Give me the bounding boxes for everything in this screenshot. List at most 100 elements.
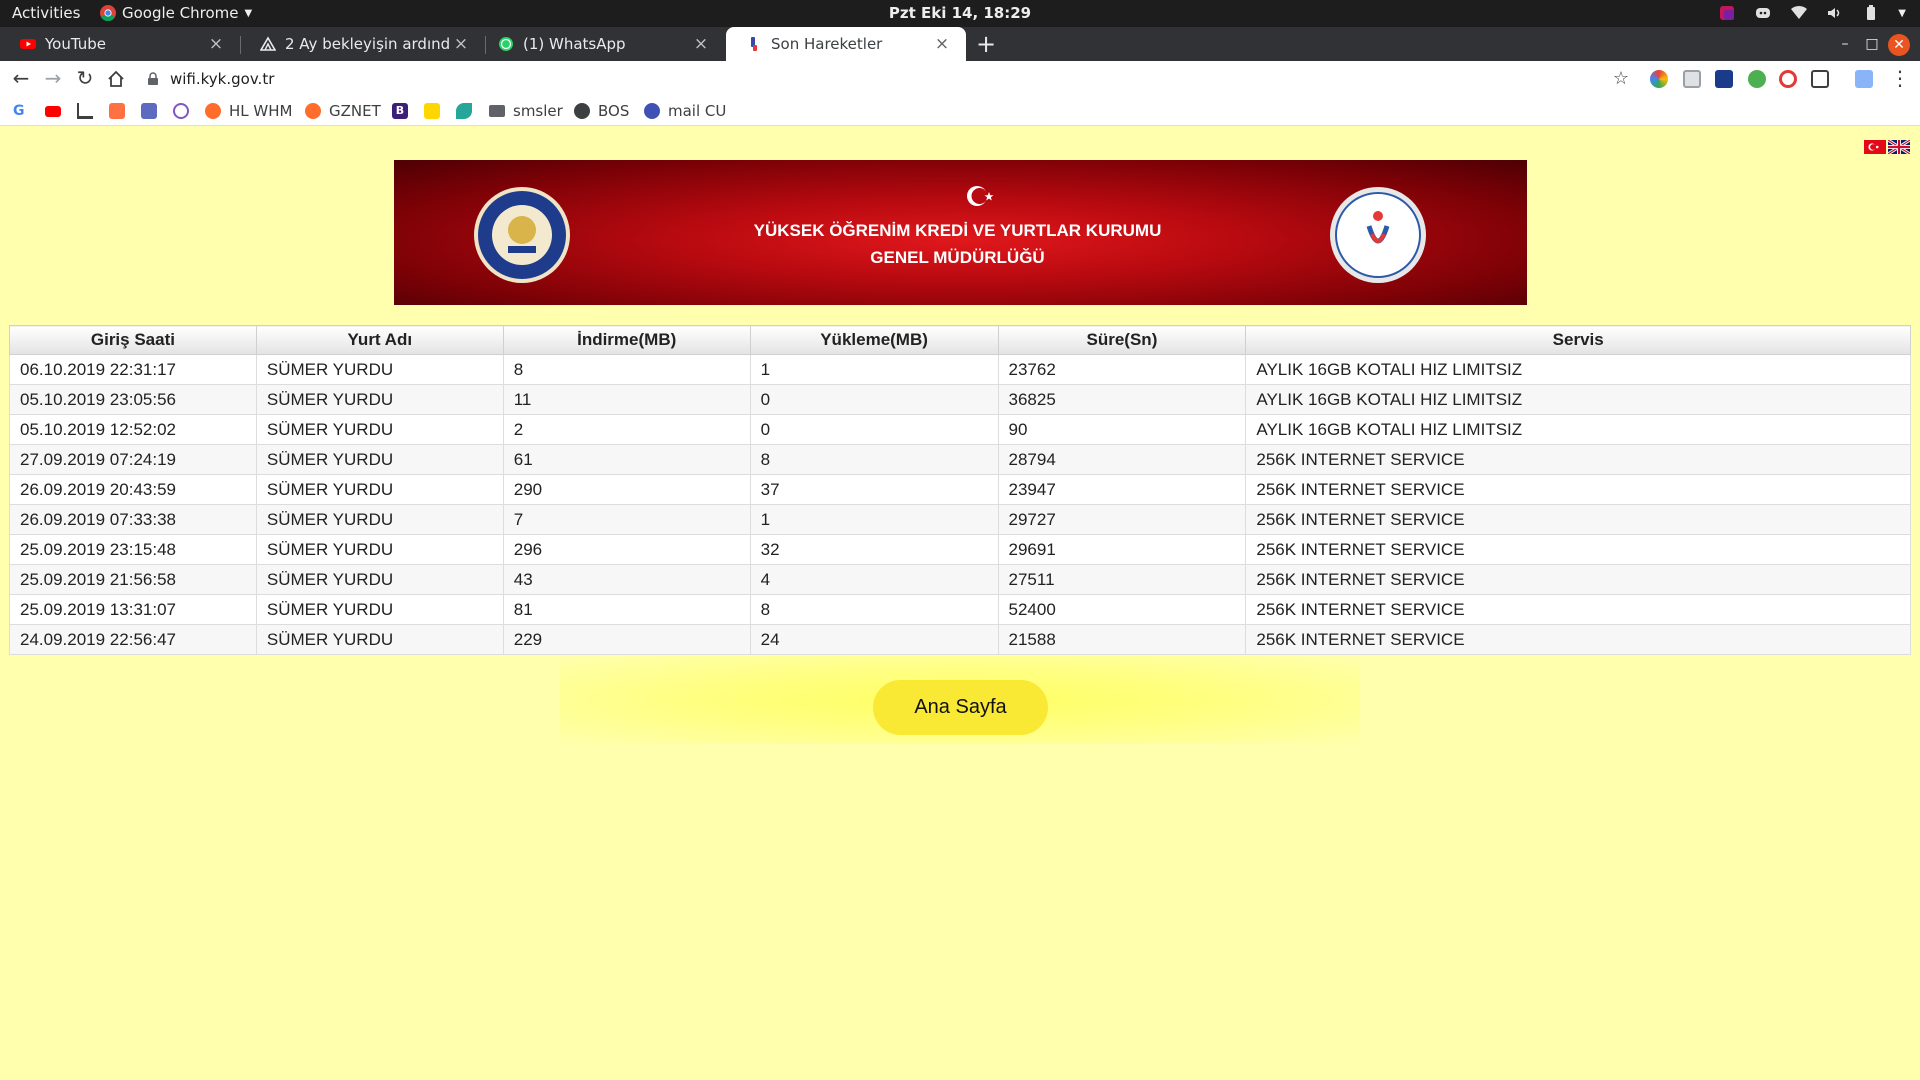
wifi-icon[interactable] bbox=[1790, 4, 1808, 22]
column-header: Yükleme(MB) bbox=[749, 325, 999, 355]
bookmark-item[interactable] bbox=[456, 96, 480, 126]
bookmark-star-icon[interactable]: ☆ bbox=[1609, 61, 1633, 96]
page-icon bbox=[751, 37, 757, 51]
bookmark-mail-cu[interactable]: mail CU bbox=[644, 96, 726, 126]
close-icon[interactable]: × bbox=[206, 34, 226, 54]
home-icon[interactable] bbox=[106, 69, 126, 89]
maximize-button[interactable]: □ bbox=[1860, 27, 1884, 61]
table-row: 27.09.2019 07:24:19 SÜMER YURDU 61 8 28794 25… bbox=[9, 444, 1911, 475]
back-button[interactable]: ← bbox=[9, 61, 33, 96]
table-cell: AYLIK 16GB KOTALI HIZ LIMITSIZ bbox=[1245, 384, 1911, 415]
bookmark-docs[interactable] bbox=[141, 96, 165, 126]
table-cell: 296 bbox=[502, 534, 751, 565]
column-header: Yurt Adı bbox=[255, 325, 504, 355]
app-indicator-icon[interactable] bbox=[1718, 4, 1736, 22]
turkish-flag-icon[interactable] bbox=[1864, 140, 1886, 154]
table-cell: 0 bbox=[749, 414, 999, 445]
table-header: Giriş Saati Yurt Adı İndirme(MB) Yükleme(MB… bbox=[9, 325, 1911, 355]
table-cell: 23762 bbox=[997, 354, 1247, 385]
english-flag-icon[interactable] bbox=[1888, 140, 1910, 154]
docs-icon bbox=[141, 103, 157, 119]
table-cell: 256K INTERNET SERVICE bbox=[1245, 534, 1911, 565]
minimize-button[interactable]: – bbox=[1833, 27, 1857, 61]
extension-color-icon[interactable] bbox=[1650, 70, 1668, 88]
table-cell: 256K INTERNET SERVICE bbox=[1245, 624, 1911, 655]
tab-news[interactable]: 2 Ay bekleyişin ardından K × bbox=[240, 27, 485, 61]
bookmark-label: BOS bbox=[598, 102, 630, 120]
table-cell: SÜMER YURDU bbox=[255, 564, 504, 595]
bookmark-youtube[interactable] bbox=[45, 96, 69, 126]
close-icon[interactable]: × bbox=[691, 34, 711, 54]
table-cell: 32 bbox=[749, 534, 999, 565]
table-cell: 8 bbox=[749, 444, 999, 475]
bookmark-google[interactable]: G bbox=[13, 96, 33, 126]
table-cell: 2 bbox=[502, 414, 751, 445]
bookmark-hh[interactable] bbox=[109, 96, 133, 126]
tab-title: YouTube bbox=[45, 35, 106, 53]
chevron-down-icon[interactable]: ▼ bbox=[1898, 8, 1906, 19]
extension-window-icon[interactable] bbox=[1811, 70, 1829, 88]
table-row: 26.09.2019 07:33:38 SÜMER YURDU 7 1 29727 256… bbox=[9, 504, 1911, 535]
table-cell: 06.10.2019 22:31:17 bbox=[9, 354, 257, 385]
extension-opera-icon[interactable] bbox=[1779, 70, 1797, 88]
tab-whatsapp[interactable]: (1) WhatsApp × bbox=[478, 27, 725, 61]
table-cell: 27.09.2019 07:24:19 bbox=[9, 444, 257, 475]
battery-icon[interactable] bbox=[1862, 4, 1880, 22]
app-menu[interactable]: Google Chrome ▼ bbox=[100, 4, 252, 22]
bookmark-label: smsler bbox=[513, 102, 563, 120]
column-header: Süre(Sn) bbox=[997, 325, 1247, 355]
discord-icon[interactable] bbox=[1754, 4, 1772, 22]
extension-save-icon[interactable] bbox=[1683, 70, 1701, 88]
close-icon[interactable]: × bbox=[932, 34, 952, 54]
stacks-icon bbox=[260, 36, 276, 51]
volume-icon[interactable] bbox=[1826, 4, 1844, 22]
bookmark-gznet[interactable]: GZNET bbox=[305, 96, 381, 126]
table-cell: 29691 bbox=[997, 534, 1247, 565]
new-tab-button[interactable]: + bbox=[976, 27, 996, 61]
extension-book-icon[interactable] bbox=[1715, 70, 1733, 88]
table-cell: 8 bbox=[749, 594, 999, 625]
forward-button[interactable]: → bbox=[41, 61, 65, 96]
system-tray[interactable]: ▼ bbox=[1718, 4, 1906, 22]
table-cell: SÜMER YURDU bbox=[255, 474, 504, 505]
clock[interactable]: Pzt Eki 14, 18:29 bbox=[0, 4, 1920, 22]
bookmark-b[interactable]: B bbox=[392, 96, 416, 126]
menu-icon[interactable]: ⋮ bbox=[1888, 61, 1912, 96]
table-row: 25.09.2019 23:15:48 SÜMER YURDU 296 32 29691… bbox=[9, 534, 1911, 565]
window-close-button[interactable]: ✕ bbox=[1888, 34, 1910, 56]
bookmark-item[interactable] bbox=[424, 96, 448, 126]
table-cell: SÜMER YURDU bbox=[255, 384, 504, 415]
bookmark-hl-whm[interactable]: HL WHM bbox=[205, 96, 292, 126]
tab-son-hareketler[interactable]: Son Hareketler × bbox=[726, 27, 966, 61]
table-cell: 36825 bbox=[997, 384, 1247, 415]
table-cell: 23947 bbox=[997, 474, 1247, 505]
extension-puzzle-icon[interactable] bbox=[1855, 70, 1873, 88]
table-cell: 7 bbox=[502, 504, 751, 535]
cp-icon bbox=[305, 103, 321, 119]
close-icon[interactable]: × bbox=[451, 34, 471, 54]
url-text: wifi.kyk.gov.tr bbox=[170, 70, 275, 88]
bookmark-item[interactable] bbox=[173, 96, 197, 126]
home-page-button[interactable]: Ana Sayfa bbox=[873, 680, 1048, 735]
table-cell: 256K INTERNET SERVICE bbox=[1245, 594, 1911, 625]
whatsapp-icon bbox=[499, 37, 513, 51]
globe-icon bbox=[644, 103, 660, 119]
address-bar[interactable]: wifi.kyk.gov.tr bbox=[146, 65, 1606, 93]
bookmark-bos[interactable]: BOS bbox=[574, 96, 629, 126]
table-cell: 90 bbox=[997, 414, 1247, 445]
extension-globe-icon[interactable] bbox=[1748, 70, 1766, 88]
tab-title: Son Hareketler bbox=[771, 35, 883, 53]
bookmark-label: GZNET bbox=[329, 102, 381, 120]
table-cell: 61 bbox=[502, 444, 751, 475]
reload-button[interactable]: ↻ bbox=[73, 61, 97, 96]
activities-button[interactable]: Activities bbox=[12, 4, 80, 22]
lock-icon bbox=[148, 72, 158, 85]
table-cell: 1 bbox=[749, 504, 999, 535]
table-cell: SÜMER YURDU bbox=[255, 594, 504, 625]
table-header-row: Giriş Saati Yurt Adı İndirme(MB) Yükleme(MB… bbox=[9, 325, 1911, 355]
bookmark-folder-smsler[interactable]: smsler bbox=[489, 96, 563, 126]
bookmark-stacks[interactable] bbox=[77, 96, 101, 126]
table-cell: 37 bbox=[749, 474, 999, 505]
tab-youtube[interactable]: YouTube × bbox=[0, 27, 240, 61]
language-switcher bbox=[1864, 140, 1910, 154]
